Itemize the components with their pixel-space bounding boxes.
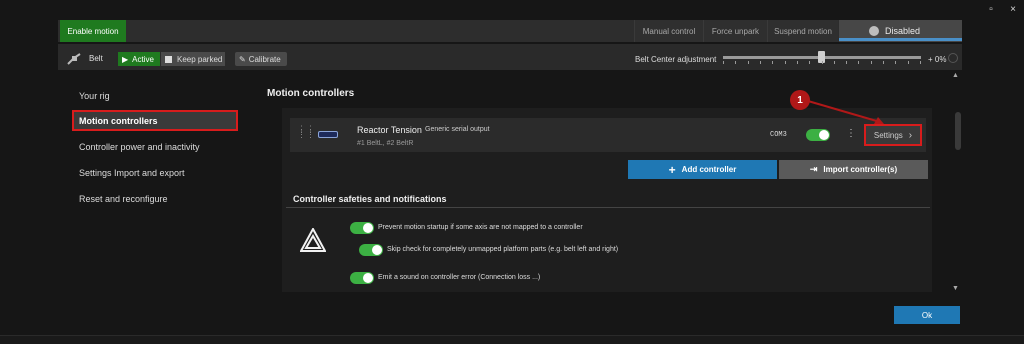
- import-controller-button[interactable]: ⇥ Import controller(s): [779, 160, 928, 179]
- skip-check-label: Skip check for completely unmapped platf…: [387, 246, 619, 253]
- import-icon: ⇥: [809, 164, 818, 174]
- prevent-startup-toggle[interactable]: [350, 222, 374, 234]
- ok-button[interactable]: Ok: [894, 306, 960, 324]
- emit-sound-toggle[interactable]: [350, 272, 374, 284]
- emit-sound-label: Emit a sound on controller error (Connec…: [378, 274, 541, 281]
- add-controller-button[interactable]: + Add controller: [628, 160, 777, 179]
- import-controller-label: Import controller(s): [823, 165, 898, 174]
- safeties-section-title: Controller safeties and notifications: [293, 194, 447, 204]
- section-divider: [286, 207, 930, 208]
- prevent-startup-label: Prevent motion startup if some axis are …: [378, 224, 583, 231]
- warning-icon: [299, 226, 327, 257]
- add-controller-label: Add controller: [681, 165, 737, 174]
- skip-check-toggle[interactable]: [359, 244, 383, 256]
- plus-icon: +: [668, 162, 676, 177]
- callout-badge: 1: [790, 90, 810, 110]
